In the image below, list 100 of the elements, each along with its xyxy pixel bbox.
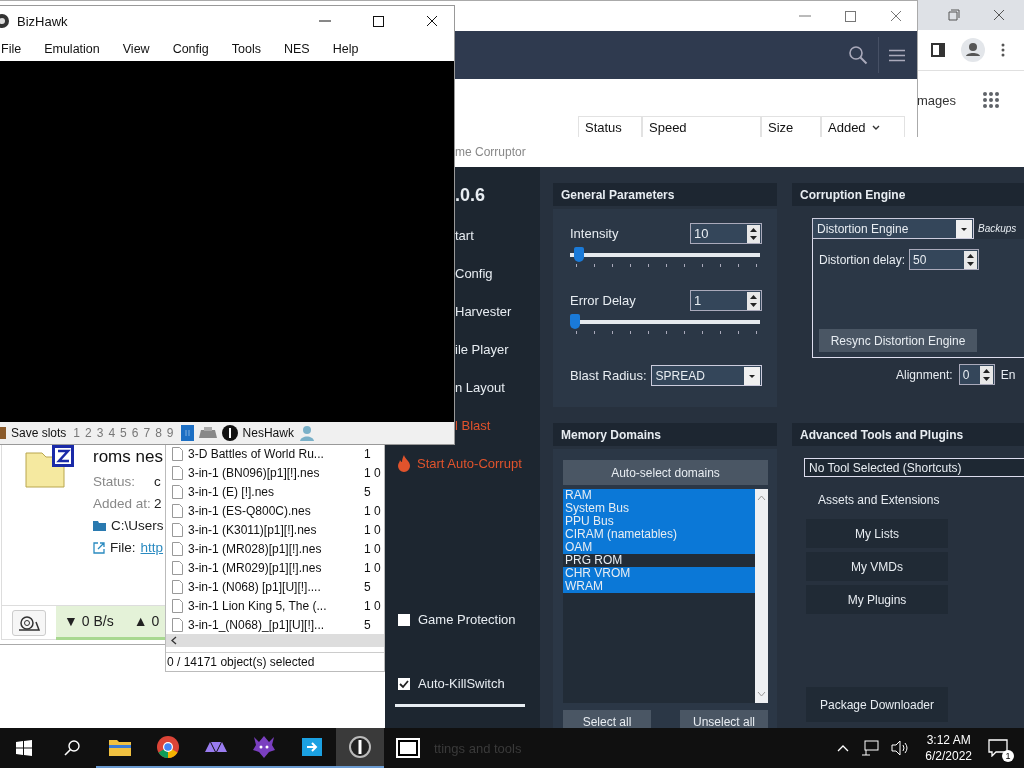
spin-arrows-icon[interactable] — [747, 291, 760, 310]
sidebar-item[interactable]: n Layout — [455, 368, 505, 406]
slider-thumb[interactable] — [573, 247, 584, 262]
unselect-all-button[interactable]: Unselect all — [680, 710, 768, 728]
images-link[interactable]: mages — [918, 92, 957, 108]
domain-item[interactable]: PPU Bus — [563, 515, 755, 528]
file-row[interactable]: 3-in-1 (BN096)[p1][!].nes 1 0 — [166, 463, 384, 482]
network-icon[interactable] — [861, 740, 880, 756]
sidebar-item[interactable]: Harvester — [455, 292, 512, 330]
save-slot[interactable]: 7 — [143, 426, 151, 440]
file-row[interactable]: 3-in-1 (MR028)[p1][!].nes 1 0 — [166, 539, 384, 558]
sidebar-item[interactable]: Start Auto-Corrupt — [397, 444, 522, 482]
file-row[interactable]: 3-in-1 (MR029)[p1][!].nes 1 0 — [166, 558, 384, 577]
clock-date[interactable]: 6/2/2022 — [925, 748, 972, 764]
menu-item[interactable]: File — [1, 41, 22, 56]
number-field[interactable]: 1 — [690, 290, 762, 311]
menu-item[interactable]: Config — [172, 41, 209, 56]
spin-arrows-icon[interactable] — [747, 224, 760, 243]
number-field[interactable]: 0 — [958, 364, 995, 385]
spin-arrows-icon[interactable] — [964, 250, 978, 269]
number-field[interactable]: 50 — [909, 249, 980, 270]
speed-limit-button[interactable] — [12, 609, 46, 636]
maximize-icon[interactable] — [373, 15, 384, 27]
domain-item[interactable]: PRG ROM — [563, 554, 755, 567]
arrow-window-icon — [301, 737, 323, 757]
checkbox-label: Auto-KillSwitch — [418, 676, 505, 691]
windows-start-icon[interactable] — [16, 740, 32, 756]
more-menu-icon[interactable] — [1001, 43, 1005, 57]
number-field[interactable]: 10 — [690, 223, 762, 244]
file-row[interactable]: 3-in-1 (K3011)[p1][!].nes 1 0 — [166, 520, 384, 539]
tool-button[interactable]: My Plugins — [806, 585, 948, 614]
menu-item[interactable]: View — [122, 41, 150, 56]
file-link[interactable]: http — [140, 540, 164, 555]
version-label: .0.6 — [454, 184, 487, 207]
archive-app-icon — [396, 738, 420, 758]
tool-button[interactable]: My Lists — [806, 519, 948, 548]
save-slot[interactable]: 6 — [131, 426, 139, 440]
checkbox[interactable] — [398, 613, 410, 626]
blast-radius-dropdown[interactable]: SPREAD — [650, 365, 762, 386]
clock-time[interactable]: 3:12 AM — [926, 732, 971, 748]
file-row[interactable]: 3-in-1 (E) [!].nes 5 — [166, 482, 384, 501]
file-row[interactable]: 3-in-1 (ES-Q800C).nes 1 0 — [166, 501, 384, 520]
domain-item[interactable]: CHR VROM — [563, 567, 755, 580]
pause-icon[interactable] — [180, 425, 194, 441]
notification-count: 1 — [1002, 750, 1014, 762]
profile-avatar-icon[interactable] — [961, 38, 985, 62]
save-slot[interactable]: 5 — [120, 426, 127, 440]
slider-label: Error Delay — [570, 293, 636, 308]
domain-item[interactable]: OAM — [563, 541, 755, 554]
resync-button[interactable]: Resync Distortion Engine — [819, 329, 977, 352]
horizontal-scrollbar[interactable] — [166, 634, 384, 647]
chevron-up-icon[interactable] — [837, 744, 850, 752]
volume-icon[interactable] — [891, 740, 910, 756]
apps-grid-icon[interactable] — [982, 91, 1001, 109]
tool-dropdown[interactable]: No Tool Selected (Shortcuts) — [804, 458, 1024, 477]
triangles-icon — [205, 740, 227, 754]
domain-item[interactable]: System Bus — [563, 502, 755, 515]
save-slots-label: Save slots — [11, 426, 67, 440]
spin-arrows-icon[interactable] — [979, 365, 993, 384]
file-row[interactable]: 3-in-1_(N068)_[p1][U][!]... 5 — [166, 615, 384, 634]
menu-item[interactable]: NES — [283, 41, 310, 56]
sidebar-item[interactable]: tart — [455, 216, 474, 254]
slider-thumb[interactable] — [570, 314, 580, 329]
save-slot[interactable]: 9 — [166, 426, 174, 440]
menu-item[interactable]: Help — [332, 41, 359, 56]
file-row[interactable]: 3-D Battles of World Ru... 1 — [166, 444, 384, 463]
tool-button[interactable]: My VMDs — [806, 552, 948, 581]
file-row[interactable]: 3-in-1 (N068) [p1][U][!].... 5 — [166, 577, 384, 596]
sidebar-item[interactable]: l Blast — [455, 406, 491, 444]
engine-dropdown[interactable]: Distortion Engine — [812, 218, 974, 239]
scroll-left-icon[interactable] — [171, 635, 177, 645]
document-icon — [172, 617, 183, 632]
restore-icon[interactable] — [948, 9, 960, 21]
select-all-button[interactable]: Select all — [563, 710, 651, 728]
domain-item[interactable]: RAM — [563, 489, 755, 502]
save-slot[interactable]: 2 — [85, 426, 92, 440]
snail-icon — [18, 614, 40, 631]
external-link-icon — [93, 541, 105, 554]
menu-item[interactable]: Tools — [231, 41, 261, 56]
folder-icon — [109, 738, 131, 756]
file-row[interactable]: 3-in-1 Lion King 5, The (... 1 0 — [166, 596, 384, 615]
auto-select-button[interactable]: Auto-select domains — [563, 460, 768, 485]
core-name: NesHawk — [242, 426, 294, 440]
sidebar-item[interactable]: Config — [455, 254, 493, 292]
package-downloader-button[interactable]: Package Downloader — [806, 687, 948, 722]
panel-header: Advanced Tools and Plugins — [792, 423, 1024, 446]
save-slot[interactable]: 1 — [73, 426, 81, 440]
menu-item[interactable]: Emulation — [44, 41, 100, 56]
domain-item[interactable]: CIRAM (nametables) — [563, 528, 755, 541]
checkbox[interactable] — [398, 677, 410, 690]
domain-item[interactable]: WRAM — [563, 580, 755, 593]
side-panel-icon[interactable] — [931, 43, 945, 57]
save-slot[interactable]: 8 — [155, 426, 162, 440]
search-icon[interactable] — [64, 740, 80, 756]
taskbar-app[interactable] — [336, 728, 384, 768]
menu-icon[interactable] — [889, 48, 905, 62]
save-slot[interactable]: 3 — [96, 426, 104, 440]
sidebar-item[interactable]: ile Player — [455, 330, 509, 368]
save-slot[interactable]: 4 — [108, 426, 116, 440]
close-icon[interactable] — [426, 15, 438, 27]
